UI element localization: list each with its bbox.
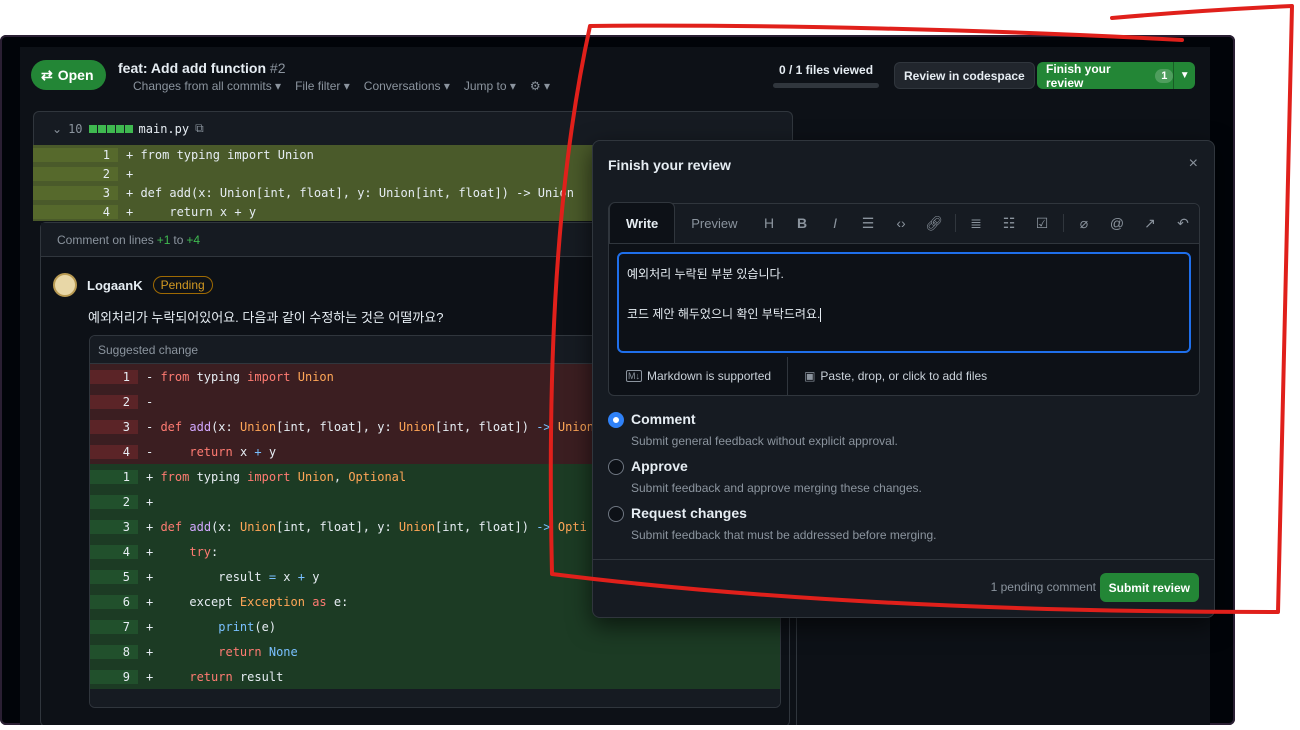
diffstat-blocks [88,124,133,133]
markdown-note[interactable]: M↓ Markdown is supported [609,357,789,395]
chevron-down-icon[interactable]: ▼ [1173,62,1195,89]
request-changes-radio[interactable] [608,506,624,522]
cross-reference-icon[interactable]: ↗ [1135,215,1166,232]
finish-review-button[interactable]: Finish your review 1 ▼ [1037,62,1195,90]
attach-icon[interactable]: ⌀ [1069,215,1100,232]
file-name: main.py [138,121,190,136]
pr-filter-menus: Changes from all commits ▾ File filter ▾… [133,79,550,93]
task-list-icon[interactable]: ☑ [1027,215,1058,232]
text-cursor [820,307,822,322]
copy-icon[interactable]: ⧉ [195,121,204,136]
italic-icon[interactable]: I [820,215,851,231]
jump-to-menu[interactable]: Jump to ▾ [464,79,516,93]
pending-count-badge: 1 [1155,68,1174,83]
pr-title: feat: Add add function #2 [118,60,286,76]
editor-tabs: Write Preview H B I ☰ ‹› 🔗︎ ≣ ☷ ☑ ⌀ @ ↗ … [609,202,1199,244]
added-line: 9 + return result [90,664,780,689]
tab-write[interactable]: Write [609,202,676,243]
numbered-list-icon[interactable]: ≣ [961,215,992,232]
review-comment-textarea[interactable]: 예외처리 누락된 부분 있습니다. 코드 제안 해두었으니 확인 부탁드려요. [617,252,1191,353]
comment-radio[interactable] [608,412,624,428]
toolbar-divider [954,214,956,232]
bold-icon[interactable]: B [787,215,818,231]
avatar[interactable] [53,273,77,297]
suggestion-footer [90,689,780,707]
undo-icon[interactable]: ↶ [1168,215,1199,232]
markdown-icon: M↓ [626,370,642,382]
collapse-toggle-icon[interactable]: ⌄ [52,122,62,136]
quote-icon[interactable]: ☰ [853,215,884,232]
review-editor: Write Preview H B I ☰ ‹› 🔗︎ ≣ ☷ ☑ ⌀ @ ↗ … [608,202,1200,396]
submit-review-button[interactable]: Submit review [1099,573,1199,602]
add-files-note[interactable]: ▣ Paste, drop, or click to add files [788,369,987,383]
file-filter-menu[interactable]: File filter ▾ [295,79,350,93]
finish-review-dialog: Finish your review × Write Preview H B I… [592,140,1215,618]
image-icon: ▣ [804,369,816,383]
lines-changed-count: 10 [68,121,83,136]
comment-text: 예외처리가 누락되어있어요. 다음과 같이 수정하는 것은 어떨까요? [88,310,444,325]
approve-radio[interactable] [608,459,624,475]
browser-window: ⇄ Open feat: Add add function #2 Changes… [0,35,1235,725]
conversations-menu[interactable]: Conversations ▾ [364,79,450,93]
pull-request-icon: ⇄ [41,66,53,83]
files-viewed-progress: 0 / 1 files viewed [773,63,879,88]
toolbar-divider [1062,214,1064,232]
formatting-toolbar: H B I ☰ ‹› 🔗︎ ≣ ☷ ☑ ⌀ @ ↗ ↶ [754,203,1207,243]
pull-request-page: ⇄ Open feat: Add add function #2 Changes… [20,47,1215,725]
mention-icon[interactable]: @ [1102,215,1133,231]
review-in-codespace-button[interactable]: Review in codespace [894,62,1035,89]
pending-badge: Pending [152,276,213,294]
link-icon[interactable]: 🔗︎ [919,215,950,232]
settings-menu[interactable]: ⚙ ▾ [530,79,550,93]
comment-author: LogaanK Pending [53,273,213,297]
author-name[interactable]: LogaanK [87,278,143,293]
pr-status-badge: ⇄ Open [31,60,106,90]
bulleted-list-icon[interactable]: ☷ [994,215,1025,232]
dialog-footer: 1 pending comment Submit review [593,559,1214,617]
code-icon[interactable]: ‹› [886,215,917,231]
files-viewed-bar [773,83,879,88]
added-line: 8 + return None [90,639,780,664]
editor-footer: M↓ Markdown is supported ▣ Paste, drop, … [609,357,1199,395]
close-icon[interactable]: × [1189,155,1198,173]
pending-comment-count: 1 pending comment [990,580,1096,594]
pr-header: ⇄ Open feat: Add add function #2 Changes… [20,47,1210,107]
tab-preview[interactable]: Preview [675,203,753,243]
commits-menu[interactable]: Changes from all commits ▾ [133,79,281,93]
dialog-title: Finish your review [608,157,731,173]
heading-icon[interactable]: H [754,215,785,231]
